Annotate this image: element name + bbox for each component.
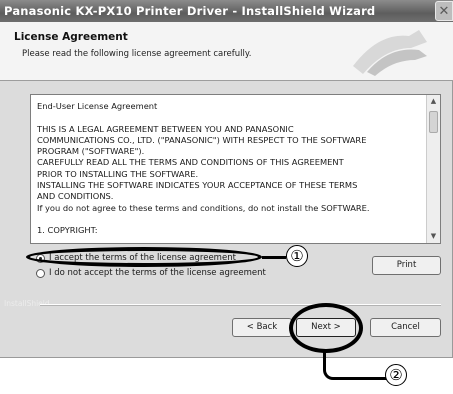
license-text: End-User License Agreement THIS IS A LEG… xyxy=(37,101,425,237)
close-icon: ✕ xyxy=(438,4,450,19)
wizard-header: License Agreement Please read the follow… xyxy=(0,22,453,81)
callout-leader-two xyxy=(323,352,388,380)
page-subtitle: Please read the following license agreem… xyxy=(22,49,252,59)
license-line: 1. COPYRIGHT: xyxy=(37,225,98,236)
back-button[interactable]: < Back xyxy=(232,318,292,337)
header-artwork-icon xyxy=(353,30,427,76)
license-line: INSTALLING THE SOFTWARE INDICATES YOUR A… xyxy=(37,180,358,191)
license-line: If you do not agree to these terms and c… xyxy=(37,202,370,213)
footer-separator xyxy=(40,304,441,306)
scroll-thumb[interactable] xyxy=(429,111,438,133)
license-line: PRIOR TO INSTALLING THE SOFTWARE. xyxy=(37,168,199,179)
callout-leader-one xyxy=(262,256,286,259)
installer-window: Panasonic KX-PX10 Printer Driver - Insta… xyxy=(0,0,453,358)
license-line: CAREFULLY READ ALL THE TERMS AND CONDITI… xyxy=(37,157,344,168)
page-title: License Agreement xyxy=(14,31,128,43)
callout-ellipse-accept xyxy=(26,247,262,267)
scroll-down-icon[interactable]: ▼ xyxy=(427,230,440,243)
close-button[interactable]: ✕ xyxy=(435,1,453,21)
scroll-up-icon[interactable]: ▲ xyxy=(427,95,440,108)
license-line xyxy=(37,112,425,123)
license-line: COMMUNICATIONS CO., LTD. ("PANASONIC") W… xyxy=(37,134,367,145)
license-line xyxy=(37,214,425,225)
license-text-box[interactable]: End-User License Agreement THIS IS A LEG… xyxy=(30,94,441,244)
decline-label[interactable]: I do not accept the terms of the license… xyxy=(49,268,266,278)
callout-number-one: ① xyxy=(286,245,308,267)
license-line: PROGRAM ("SOFTWARE"). xyxy=(37,146,145,157)
license-line: AND CONDITIONS. xyxy=(37,191,114,202)
print-button[interactable]: Print xyxy=(372,256,441,275)
title-bar: Panasonic KX-PX10 Printer Driver - Insta… xyxy=(0,0,453,22)
window-title: Panasonic KX-PX10 Printer Driver - Insta… xyxy=(4,4,376,18)
decline-radio[interactable] xyxy=(36,268,45,278)
license-line: THIS IS A LEGAL AGREEMENT BETWEEN YOU AN… xyxy=(37,123,294,134)
license-line: End-User License Agreement xyxy=(37,101,158,111)
cancel-button[interactable]: Cancel xyxy=(370,318,441,337)
decline-option[interactable]: I do not accept the terms of the license… xyxy=(36,268,266,278)
license-scrollbar[interactable]: ▲ ▼ xyxy=(426,95,440,243)
callout-number-two: ② xyxy=(385,364,407,386)
callout-ellipse-next xyxy=(289,303,363,353)
